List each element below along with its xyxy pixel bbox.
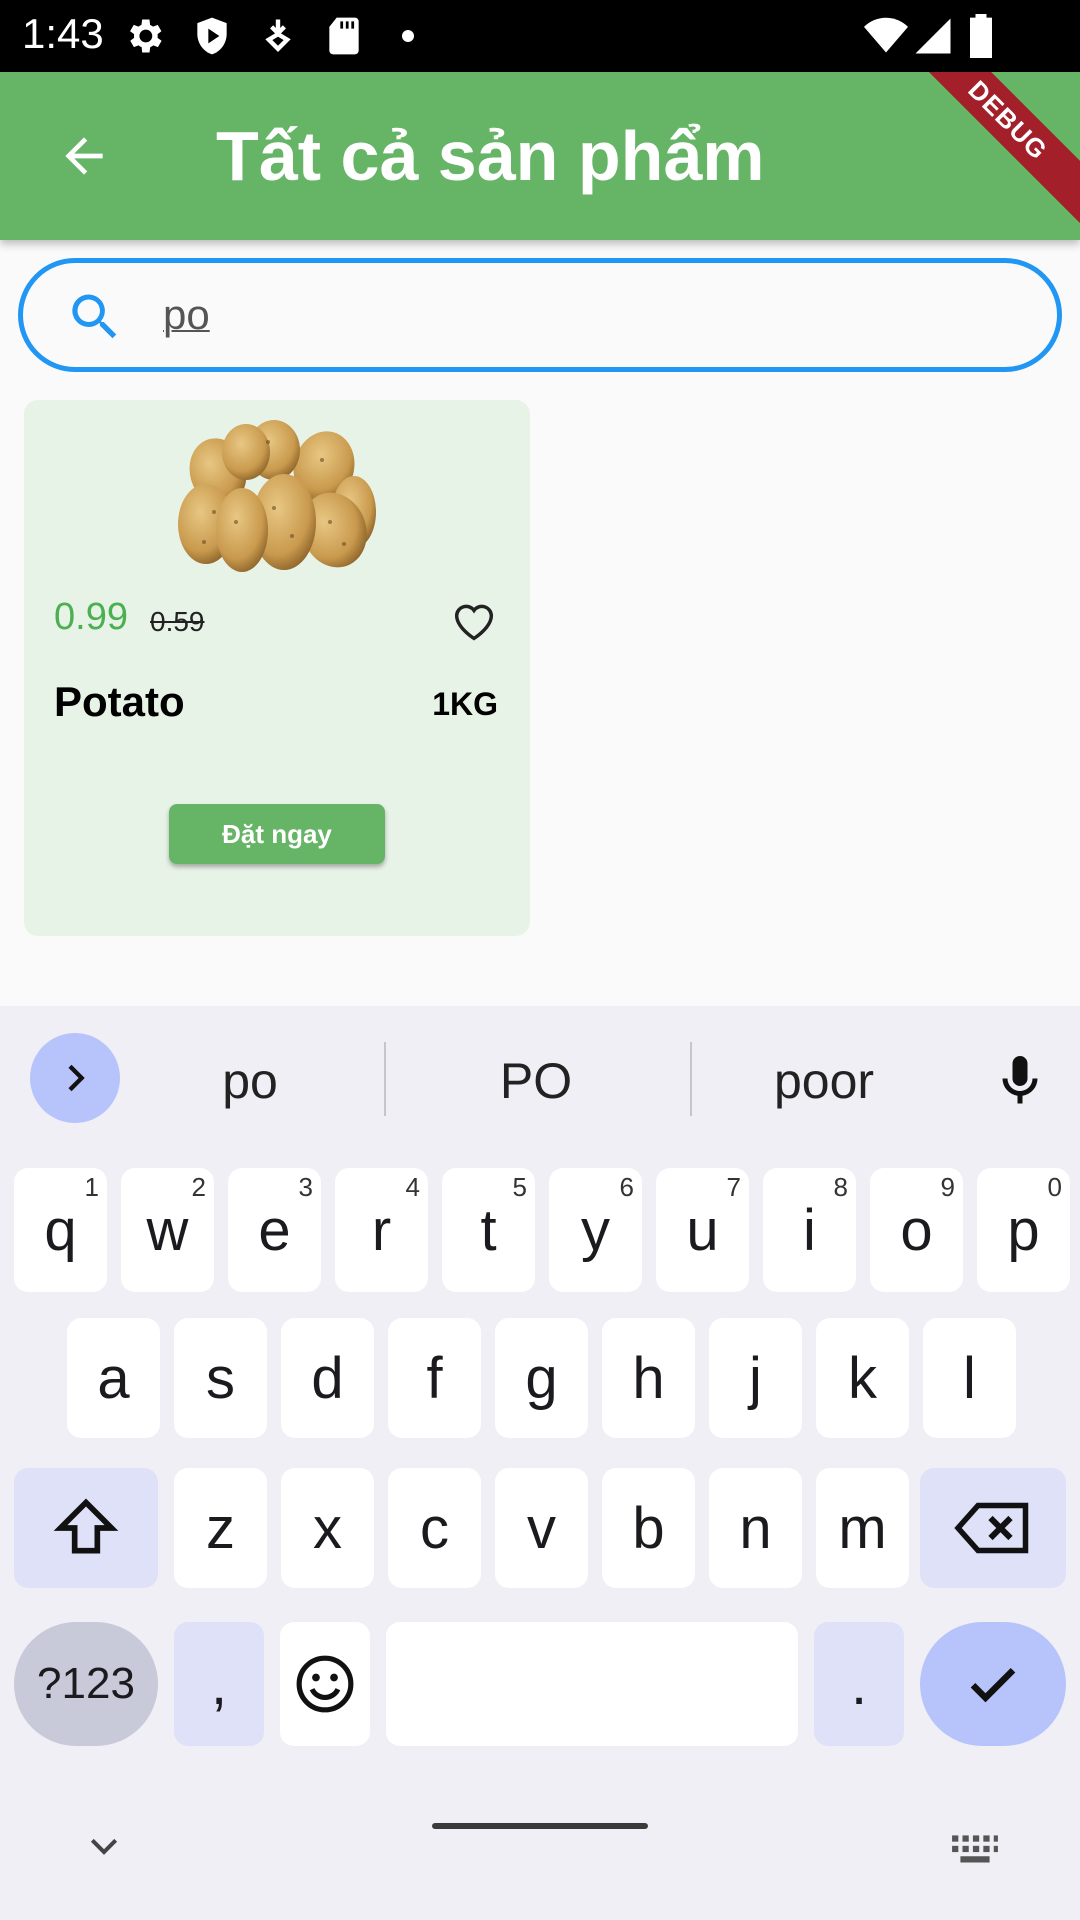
key-label: w [146, 1197, 189, 1263]
key-label: y [581, 1197, 610, 1263]
wifi-icon [864, 17, 908, 53]
key-hint: 8 [833, 1172, 848, 1202]
enter-key[interactable] [920, 1622, 1066, 1746]
key-x[interactable]: x [281, 1468, 374, 1588]
key-label: i [803, 1197, 816, 1263]
page-title: Tất cả sản phẩm [216, 117, 765, 195]
key-m[interactable]: m [816, 1468, 909, 1588]
key-s[interactable]: s [174, 1318, 267, 1438]
key-hint: 1 [84, 1172, 99, 1202]
product-price: 0.99 [54, 596, 128, 638]
key-q[interactable]: q1 [14, 1168, 107, 1292]
shield-icon [197, 17, 227, 55]
signal-icon [915, 18, 951, 54]
suggestion-divider [690, 1042, 692, 1116]
key-e[interactable]: e3 [228, 1168, 321, 1292]
key-hint: 3 [298, 1172, 313, 1202]
key-k[interactable]: k [816, 1318, 909, 1438]
order-now-button[interactable]: Đặt ngay [169, 804, 385, 864]
key-z[interactable]: z [174, 1468, 267, 1588]
key-w[interactable]: w2 [121, 1168, 214, 1292]
app-bar: Tất cả sản phẩm DEBUG [0, 72, 1080, 240]
potato-image [178, 420, 376, 572]
comma-key[interactable]: , [174, 1622, 264, 1746]
key-i[interactable]: i8 [763, 1168, 856, 1292]
keyboard: po PO poor q1w2e3r4t5y6u7i8o9p0 asdfghjk… [0, 1006, 1080, 1920]
back-button[interactable] [46, 118, 122, 194]
backspace-key[interactable] [920, 1468, 1066, 1588]
search-icon [72, 294, 117, 339]
key-hint: 9 [940, 1172, 955, 1202]
key-label: u [686, 1197, 719, 1263]
key-c[interactable]: c [388, 1468, 481, 1588]
hide-keyboard-icon[interactable] [84, 1832, 124, 1862]
key-n[interactable]: n [709, 1468, 802, 1588]
key-label: r [371, 1197, 392, 1263]
symbols-key[interactable]: ?123 [14, 1622, 158, 1746]
suggestion-2[interactable]: PO [436, 1046, 636, 1116]
heart-icon[interactable] [448, 594, 500, 646]
backspace-icon [954, 1502, 1029, 1554]
chevron-right-icon [68, 1064, 85, 1092]
key-g[interactable]: g [495, 1318, 588, 1438]
suggestion-expand-button[interactable] [30, 1033, 120, 1123]
period-key[interactable]: . [814, 1622, 904, 1746]
emoji-key[interactable] [280, 1622, 370, 1746]
sd-card-icon [329, 17, 359, 55]
key-label: q [44, 1197, 77, 1263]
key-d[interactable]: d [281, 1318, 374, 1438]
product-card[interactable]: 0.99 0.59 Potato 1KG Đặt ngay [24, 400, 530, 936]
space-bar[interactable] [386, 1622, 798, 1746]
notification-dot [402, 30, 414, 42]
key-p[interactable]: p0 [977, 1168, 1070, 1292]
search-input[interactable] [163, 285, 1023, 345]
download-icon [265, 19, 291, 52]
key-o[interactable]: o9 [870, 1168, 963, 1292]
key-label: p [1007, 1197, 1040, 1263]
key-j[interactable]: j [709, 1318, 802, 1438]
key-b[interactable]: b [602, 1468, 695, 1588]
key-hint: 4 [405, 1172, 420, 1202]
status-time: 1:43 [22, 10, 104, 57]
suggestion-3[interactable]: poor [724, 1046, 924, 1116]
key-hint: 2 [191, 1172, 206, 1202]
settings-icon [130, 19, 162, 53]
product-name: Potato [54, 678, 185, 725]
product-old-price: 0.59 [150, 606, 205, 637]
key-hint: 5 [512, 1172, 527, 1202]
key-label: t [480, 1197, 497, 1263]
key-y[interactable]: y6 [549, 1168, 642, 1292]
shift-icon [53, 1498, 119, 1554]
search-field[interactable] [18, 258, 1062, 372]
key-hint: 7 [726, 1172, 741, 1202]
suggestion-divider [384, 1042, 386, 1116]
key-label: e [258, 1197, 291, 1263]
check-icon [970, 1667, 1016, 1703]
microphone-icon[interactable] [990, 1046, 1050, 1116]
status-bar: 1:43 [0, 0, 1080, 72]
navigation-handle[interactable] [432, 1823, 648, 1829]
debug-banner: DEBUG [886, 72, 1080, 240]
key-l[interactable]: l [923, 1318, 1016, 1438]
key-f[interactable]: f [388, 1318, 481, 1438]
product-weight: 1KG [432, 686, 498, 722]
key-h[interactable]: h [602, 1318, 695, 1438]
arrow-back-icon [65, 137, 103, 175]
shift-key[interactable] [14, 1468, 158, 1588]
emoji-icon [296, 1655, 354, 1713]
keyboard-switch-icon[interactable] [950, 1832, 1000, 1868]
key-r[interactable]: r4 [335, 1168, 428, 1292]
key-hint: 6 [619, 1172, 634, 1202]
key-v[interactable]: v [495, 1468, 588, 1588]
key-a[interactable]: a [67, 1318, 160, 1438]
suggestion-1[interactable]: po [150, 1046, 350, 1116]
key-t[interactable]: t5 [442, 1168, 535, 1292]
key-u[interactable]: u7 [656, 1168, 749, 1292]
battery-icon [970, 14, 992, 58]
key-hint: 0 [1047, 1172, 1062, 1202]
key-label: o [900, 1197, 933, 1263]
